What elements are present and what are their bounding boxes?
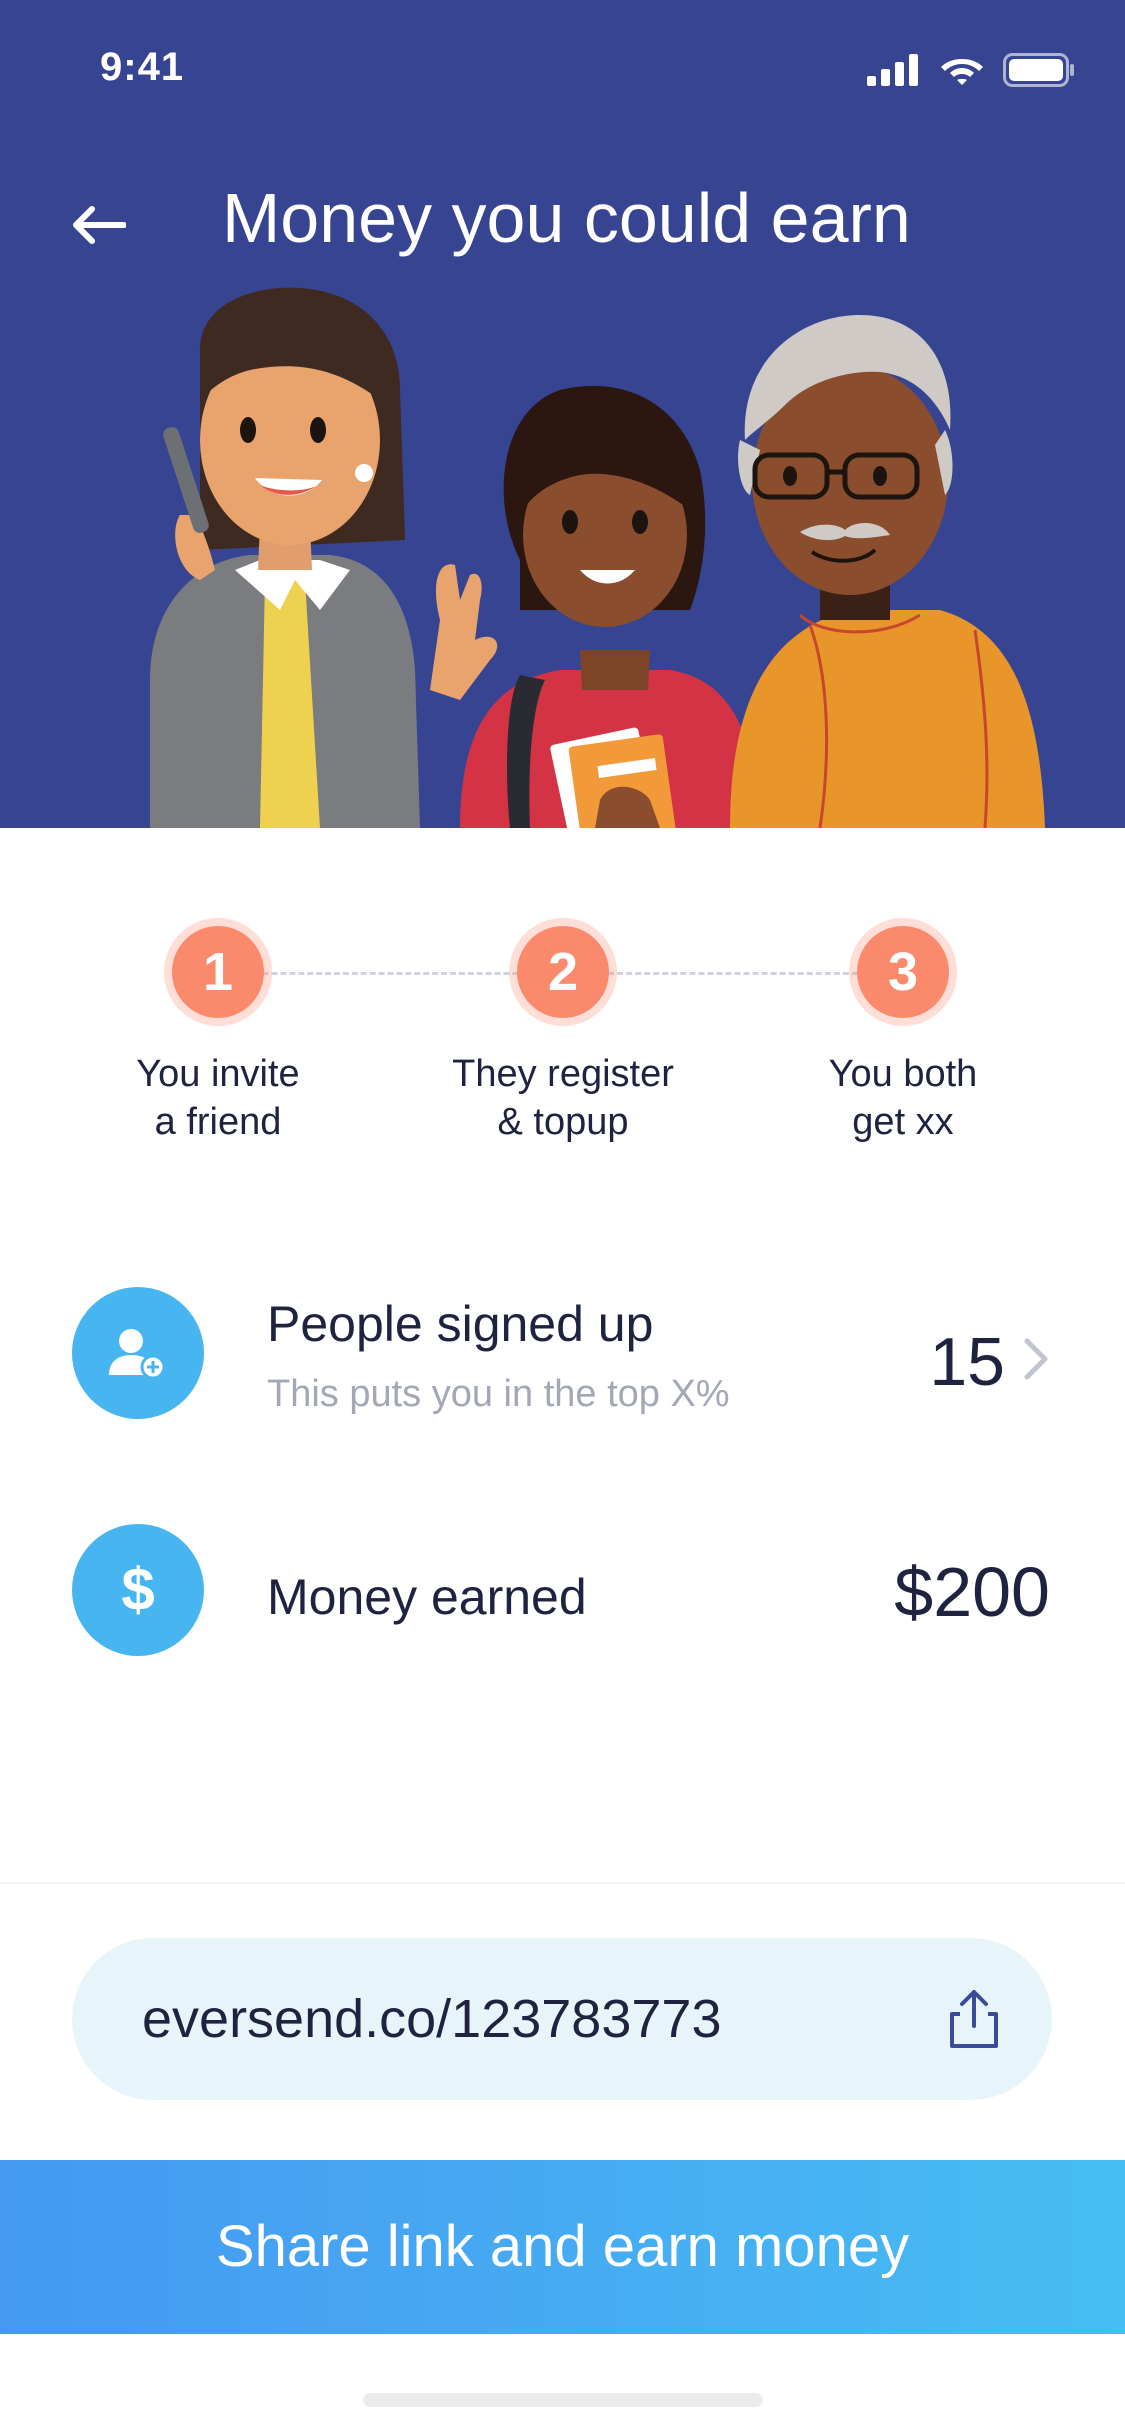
stat-subtitle: This puts you in the top X% xyxy=(267,1373,730,1415)
step-label: You both get xx xyxy=(828,1053,978,1143)
referral-link-text: eversend.co/123783773 xyxy=(142,1989,722,2049)
arrow-left-icon xyxy=(73,206,126,244)
step-number-badge: 2 xyxy=(517,926,609,1018)
status-time: 9:41 xyxy=(100,45,185,89)
step-label: They register & topup xyxy=(452,1053,674,1143)
step-number-badge: 3 xyxy=(857,926,949,1018)
step-number-badge: 1 xyxy=(172,926,264,1018)
money-earned-value: $200 xyxy=(894,1553,1050,1631)
girl-with-books-figure xyxy=(460,385,760,828)
older-man-figure xyxy=(730,315,1045,828)
dollar-icon: $ xyxy=(72,1524,204,1656)
hero-header: 9:41 Money you could earn xyxy=(0,0,1125,828)
signups-count: 15 xyxy=(929,1324,1005,1400)
referral-steps: 1 You invite a friend 2 They register & … xyxy=(0,900,1125,1160)
stat-title: People signed up xyxy=(267,1296,654,1352)
step-1: 1 You invite a friend xyxy=(88,900,348,1146)
referral-link-field[interactable]: eversend.co/123783773 xyxy=(72,1938,1052,2100)
status-bar: 9:41 xyxy=(0,0,1125,140)
money-earned-row: $ Money earned $200 xyxy=(0,1524,1125,1664)
cellular-signal-icon xyxy=(867,54,918,86)
home-indicator[interactable] xyxy=(363,2393,763,2407)
step-3: 3 You both get xx xyxy=(773,900,1033,1146)
wifi-icon xyxy=(941,59,983,85)
share-icon[interactable] xyxy=(946,1988,1002,2050)
chevron-right-icon xyxy=(1024,1338,1048,1380)
step-label: You invite a friend xyxy=(136,1053,300,1143)
share-link-button[interactable]: Share link and earn money xyxy=(0,2160,1125,2334)
page-title: Money you could earn xyxy=(222,179,911,257)
people-signed-up-row[interactable]: People signed up This puts you in the to… xyxy=(0,1287,1125,1427)
status-icons xyxy=(867,50,1075,90)
step-2: 2 They register & topup xyxy=(433,900,693,1146)
back-button[interactable] xyxy=(58,185,138,265)
woman-with-phone-figure xyxy=(150,287,498,828)
add-user-icon xyxy=(72,1287,204,1419)
stat-title: Money earned xyxy=(267,1569,587,1625)
battery-icon xyxy=(1003,53,1074,87)
section-divider xyxy=(0,1882,1125,1884)
people-illustration xyxy=(150,287,1045,828)
